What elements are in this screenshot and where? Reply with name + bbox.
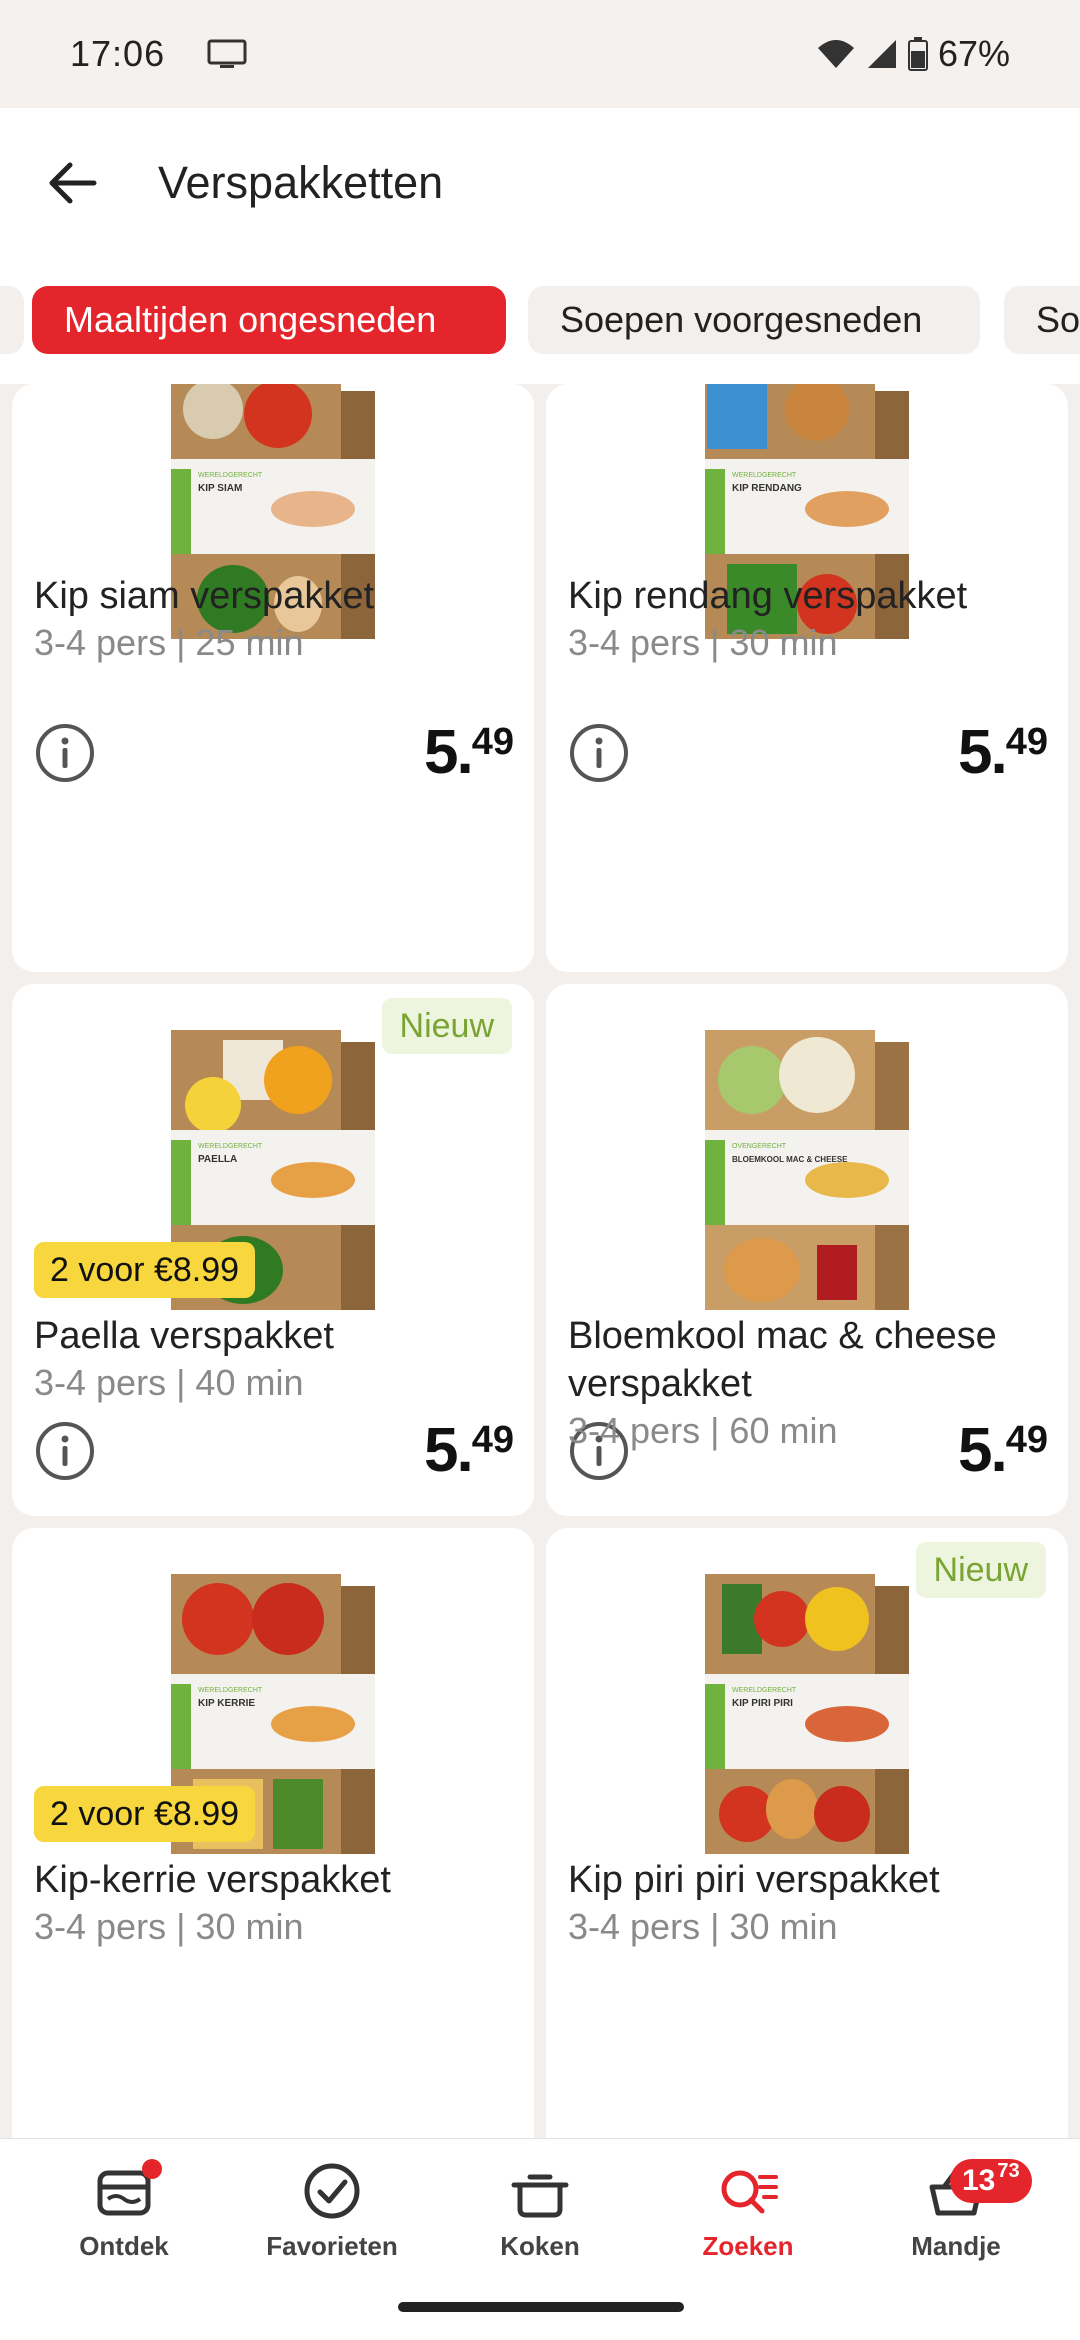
new-badge: Nieuw (915, 1542, 1046, 1598)
product-image-kip-piri-piri: WERELDGERECHT KIP PIRI PIRI (705, 1574, 909, 1854)
product-price: 5. 49 (424, 1416, 514, 1485)
product-card[interactable]: WERELDGERECHT PAELLA Nieuw 2 voor €8.99 … (12, 984, 534, 1516)
svg-text:OVENGERECHT: OVENGERECHT (732, 1143, 787, 1150)
chip-soepen-voorgesneden[interactable]: Soepen voorgesneden (528, 286, 980, 354)
product-card[interactable]: WERELDGERECHT KIP SIAM Kip siam verspakk… (12, 384, 534, 972)
nav-label: Mandje (911, 2231, 1001, 2261)
search-list-icon (721, 2170, 778, 2214)
app-bar: Verspakketten (0, 108, 1080, 258)
nav-koken[interactable]: Koken (460, 2159, 620, 2279)
svg-text:WERELDGERECHT: WERELDGERECHT (732, 1687, 797, 1694)
chip-partial-left[interactable] (0, 286, 24, 354)
product-name: Paella verspakket (34, 1315, 334, 1357)
product-meta: 3-4 pers | 30 min (34, 1906, 304, 1947)
svg-text:WERELDGERECHT: WERELDGERECHT (732, 472, 797, 479)
svg-text:WERELDGERECHT: WERELDGERECHT (198, 1687, 263, 1694)
svg-text:PAELLA: PAELLA (198, 1154, 237, 1165)
chip-partial-right[interactable]: So (1004, 286, 1080, 354)
promo-badge: 2 voor €8.99 (34, 1786, 256, 1842)
info-icon[interactable] (34, 1420, 96, 1482)
signal-icon (867, 40, 896, 68)
product-name: Kip piri piri verspakket (568, 1859, 940, 1901)
status-bar: 17:06 67% (0, 0, 1080, 108)
product-name: Kip siam verspakket (34, 575, 375, 617)
product-price: 5. 49 (958, 718, 1048, 787)
home-indicator[interactable] (398, 2302, 684, 2312)
product-grid: WERELDGERECHT KIP SIAM Kip siam verspakk… (0, 384, 1080, 2138)
screen-cast-icon (207, 39, 247, 68)
product-name: Kip rendang verspakket (568, 575, 968, 617)
status-time: 17:06 (70, 33, 166, 74)
info-icon[interactable] (34, 722, 96, 784)
check-circle-icon (304, 2163, 360, 2219)
product-meta: 3-4 pers | 40 min (34, 1362, 304, 1403)
product-name: Bloemkool mac & cheese verspakket (568, 1315, 997, 1405)
new-badge: Nieuw (381, 998, 512, 1054)
pot-icon (511, 2174, 569, 2218)
product-price: 5. 49 (958, 1416, 1048, 1485)
product-name: Kip-kerrie verspakket (34, 1859, 391, 1901)
product-price: 5. 49 (424, 718, 514, 787)
page-title: Verspakketten (158, 157, 444, 208)
back-button[interactable] (32, 143, 112, 223)
category-chips: Maaltijden ongesneden Soepen voorgesnede… (0, 262, 1080, 372)
svg-text:BLOEMKOOL MAC & CHEESE: BLOEMKOOL MAC & CHEESE (732, 1155, 848, 1164)
svg-text:KIP KERRIE: KIP KERRIE (198, 1698, 255, 1709)
svg-text:WERELDGERECHT: WERELDGERECHT (198, 1143, 263, 1150)
info-icon[interactable] (568, 722, 630, 784)
nav-label: Zoeken (702, 2231, 794, 2261)
battery-icon (907, 37, 928, 71)
promo-badge: 2 voor €8.99 (34, 1242, 256, 1298)
arrow-left-icon (49, 162, 97, 204)
product-meta: 3-4 pers | 30 min (568, 1906, 838, 1947)
nav-favorieten[interactable]: Favorieten (252, 2159, 412, 2279)
nav-label: Favorieten (266, 2231, 398, 2261)
notification-dot (142, 2159, 162, 2179)
product-card[interactable]: OVENGERECHT BLOEMKOOL MAC & CHEESE Bloem… (546, 984, 1068, 1516)
svg-text:WERELDGERECHT: WERELDGERECHT (198, 472, 263, 479)
nav-mandje[interactable]: 13 73 Mandje (876, 2159, 1036, 2279)
product-card[interactable]: WERELDGERECHT KIP RENDANG Kip rendang ve… (546, 384, 1068, 972)
product-meta: 3-4 pers | 25 min (34, 622, 304, 663)
chip-maaltijden-ongesneden[interactable]: Maaltijden ongesneden (32, 286, 506, 354)
nav-label: Ontdek (79, 2231, 169, 2261)
nav-ontdek[interactable]: Ontdek (44, 2159, 204, 2279)
product-card[interactable]: WERELDGERECHT KIP PIRI PIRI Nieuw Kip pi… (546, 1528, 1068, 2138)
nav-zoeken[interactable]: Zoeken (668, 2159, 828, 2279)
battery-percent: 67% (937, 33, 1010, 74)
product-meta: 3-4 pers | 30 min (568, 622, 838, 663)
nav-label: Koken (500, 2231, 580, 2261)
product-image-bloemkool: OVENGERECHT BLOEMKOOL MAC & CHEESE (705, 1030, 909, 1310)
svg-text:KIP PIRI PIRI: KIP PIRI PIRI (732, 1698, 793, 1709)
wifi-icon (817, 40, 854, 68)
cart-total-badge: 13 73 (950, 2159, 1032, 2203)
product-card[interactable]: WERELDGERECHT KIP KERRIE 2 voor €8.99 Ki… (12, 1528, 534, 2138)
svg-text:KIP RENDANG: KIP RENDANG (732, 483, 802, 494)
product-meta: 3-4 pers | 60 min (568, 1410, 838, 1451)
svg-text:KIP SIAM: KIP SIAM (198, 483, 242, 494)
